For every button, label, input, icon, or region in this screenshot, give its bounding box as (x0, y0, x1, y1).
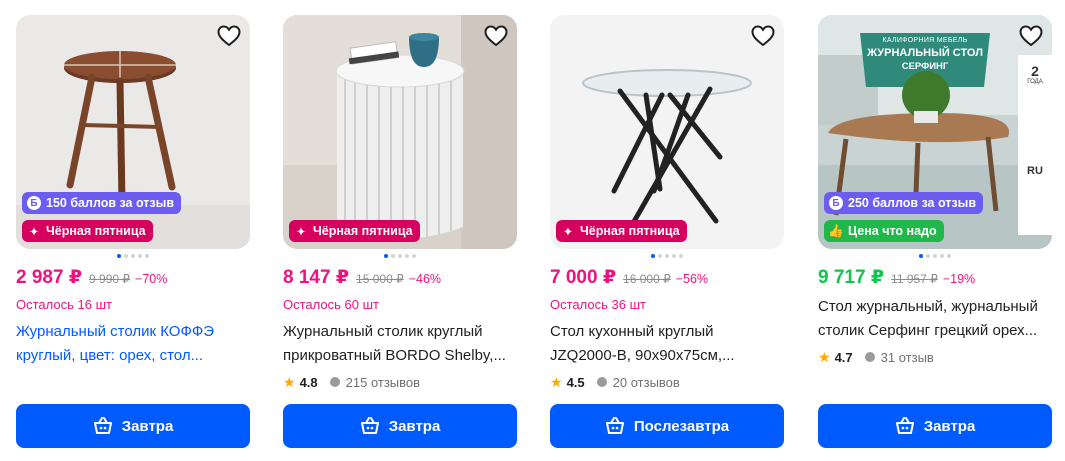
favorite-heart-icon[interactable] (216, 23, 242, 49)
black-friday-badge: ✦ Чёрная пятница (556, 220, 687, 242)
stock-remaining: Осталось 60 шт (283, 297, 379, 312)
discount-percent: −70% (135, 272, 168, 286)
favorite-heart-icon[interactable] (483, 23, 509, 49)
rating-row: ★ 4.7 31 отзыв (818, 347, 1052, 367)
rating-value: 4.5 (566, 374, 585, 390)
reviews-count[interactable]: 20 отзывов (613, 375, 680, 390)
promo-label: Чёрная пятница (580, 224, 680, 238)
product-photo[interactable]: ✦ Чёрная пятница (550, 15, 784, 249)
delivery-label: Завтра (923, 417, 976, 435)
photo-pagination-dots (550, 249, 784, 259)
points-coin-icon: Б (27, 196, 41, 210)
price-row: 7 000 ₽ 16 000 ₽ −56% (550, 266, 784, 290)
promo-label: Чёрная пятница (46, 224, 146, 238)
product-title-link[interactable]: Журнальный столик круглый прикроватный B… (283, 320, 517, 368)
stock-remaining: Осталось 16 шт (16, 297, 112, 312)
old-price: 16 000 ₽ (623, 272, 671, 286)
discount-percent: −56% (675, 272, 709, 286)
review-points-badge: Б 250 баллов за отзыв (824, 192, 984, 214)
product-grid: Б 150 баллов за отзыв ✦ Чёрная пятница 2… (0, 0, 1065, 461)
sparkle-icon: ✦ (295, 224, 307, 239)
old-price: 11 957 ₽ (891, 272, 938, 286)
points-coin-icon: Б (829, 196, 843, 210)
old-price: 15 000 ₽ (356, 272, 404, 286)
product-photo[interactable]: ✦ Чёрная пятница (283, 15, 517, 249)
rating-row: ★ 4.8 215 отзывов (283, 372, 517, 392)
promo-label: Цена что надо (848, 224, 937, 238)
star-icon: ★ (550, 373, 563, 390)
reviews-bubble-icon (596, 377, 607, 387)
product-card[interactable]: ✦ Чёрная пятница 7 000 ₽ 16 000 ₽ −56% О… (550, 15, 784, 449)
photo-pagination-dots (283, 249, 517, 259)
delivery-label: Завтра (388, 417, 441, 435)
cart-basket-icon (895, 417, 914, 434)
black-friday-badge: ✦ Чёрная пятница (22, 220, 153, 242)
reviews-bubble-icon (329, 377, 340, 387)
cart-basket-icon (360, 417, 379, 434)
delivery-label: Завтра (121, 417, 174, 435)
photo-pagination-dots (16, 249, 250, 259)
product-image-glass-table (550, 15, 784, 249)
photo-warranty-strip: 2 ГОДА RU (1027, 63, 1043, 177)
rating-value: 4.7 (834, 349, 853, 365)
promo-label: Чёрная пятница (313, 224, 413, 238)
cart-basket-icon (605, 417, 624, 434)
thumbs-up-icon: 👍 (828, 223, 844, 238)
delivery-label: Послезавтра (633, 417, 730, 435)
current-price: 7 000 ₽ (550, 267, 617, 288)
price-row: 9 717 ₽ 11 957 ₽ −19% (818, 266, 1052, 290)
reviews-bubble-icon (864, 352, 875, 362)
star-icon: ★ (283, 373, 296, 390)
price-row: 2 987 ₽ 9 990 ₽ −70% (16, 266, 250, 290)
favorite-heart-icon[interactable] (750, 23, 776, 49)
sparkle-icon: ✦ (562, 224, 574, 239)
product-title-link[interactable]: Стол кухонный круглый JZQ2000-B, 90x90x7… (550, 320, 784, 368)
star-icon: ★ (818, 348, 831, 365)
product-title-link[interactable]: Журнальный столик КОФФЭ круглый, цвет: о… (16, 320, 250, 368)
rating-value: 4.8 (299, 374, 318, 390)
current-price: 9 717 ₽ (818, 267, 885, 288)
current-price: 8 147 ₽ (283, 267, 350, 288)
product-card[interactable]: ✦ Чёрная пятница 8 147 ₽ 15 000 ₽ −46% О… (283, 15, 517, 449)
good-price-badge: 👍 Цена что надо (824, 220, 944, 242)
review-points-label: 150 баллов за отзыв (46, 196, 175, 210)
product-card[interactable]: КАЛИФОРНИЯ МЕБЕЛЬ ЖУРНАЛЬНЫЙ СТОЛ СЕРФИН… (818, 15, 1052, 449)
add-to-cart-button[interactable]: Завтра (818, 404, 1052, 448)
sparkle-icon: ✦ (28, 224, 40, 239)
review-points-badge: Б 150 баллов за отзыв (22, 192, 182, 214)
add-to-cart-button[interactable]: Завтра (283, 404, 517, 448)
add-to-cart-button[interactable]: Послезавтра (550, 404, 784, 448)
discount-percent: −46% (408, 272, 442, 286)
stock-remaining: Осталось 36 шт (550, 297, 646, 312)
reviews-count[interactable]: 215 отзывов (346, 375, 420, 390)
reviews-count[interactable]: 31 отзыв (881, 350, 934, 365)
favorite-heart-icon[interactable] (1018, 23, 1044, 49)
photo-headline: КАЛИФОРНИЯ МЕБЕЛЬ ЖУРНАЛЬНЫЙ СТОЛ СЕРФИН… (867, 37, 983, 72)
discount-percent: −19% (942, 272, 976, 286)
review-points-label: 250 баллов за отзыв (848, 196, 977, 210)
cart-basket-icon (93, 417, 112, 434)
old-price: 9 990 ₽ (89, 272, 131, 286)
rating-row: ★ 4.5 20 отзывов (550, 372, 784, 392)
price-row: 8 147 ₽ 15 000 ₽ −46% (283, 266, 517, 290)
current-price: 2 987 ₽ (16, 267, 83, 288)
black-friday-badge: ✦ Чёрная пятница (289, 220, 420, 242)
product-image-white-fluted-table (283, 15, 517, 249)
product-title-link[interactable]: Стол журнальный, журнальный столик Серфи… (818, 295, 1052, 343)
photo-pagination-dots (818, 249, 1052, 259)
add-to-cart-button[interactable]: Завтра (16, 404, 250, 448)
product-photo[interactable]: Б 150 баллов за отзыв ✦ Чёрная пятница (16, 15, 250, 249)
product-card[interactable]: Б 150 баллов за отзыв ✦ Чёрная пятница 2… (16, 15, 250, 449)
product-photo[interactable]: КАЛИФОРНИЯ МЕБЕЛЬ ЖУРНАЛЬНЫЙ СТОЛ СЕРФИН… (818, 15, 1052, 249)
